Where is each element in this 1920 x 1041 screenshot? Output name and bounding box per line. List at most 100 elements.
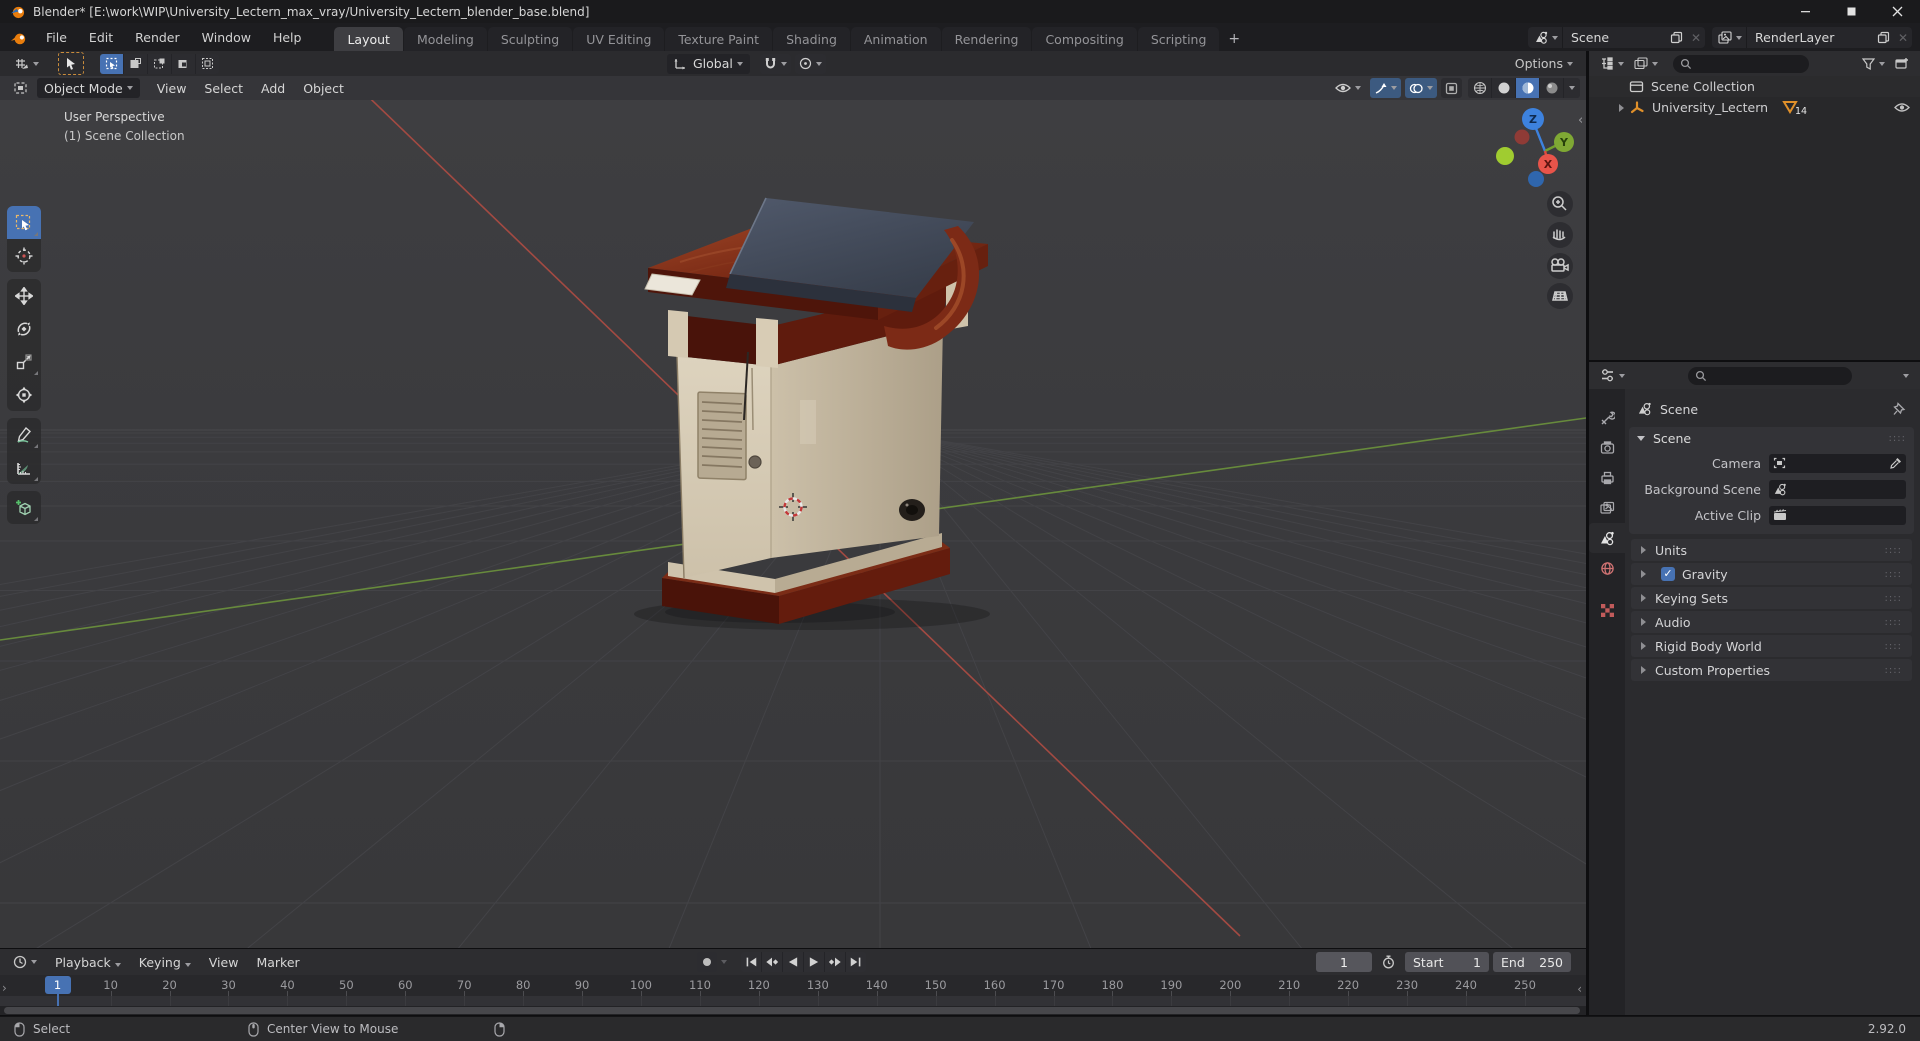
ruler-frame-150[interactable]: 150: [919, 978, 953, 992]
pin-icon[interactable]: [1893, 402, 1906, 416]
filter-icon[interactable]: [1857, 54, 1890, 74]
ruler-frame-70[interactable]: 70: [447, 978, 481, 992]
tab-world[interactable]: [1589, 553, 1625, 583]
current-frame-field[interactable]: 1: [1316, 952, 1372, 972]
play-button[interactable]: [804, 952, 825, 972]
tab-uv-editing[interactable]: UV Editing: [573, 27, 665, 51]
drag-dots[interactable]: ::::: [1885, 569, 1902, 580]
viewport-menu-view[interactable]: View: [148, 81, 196, 96]
tab-compositing[interactable]: Compositing: [1032, 27, 1137, 51]
object-visibility-dropdown[interactable]: [1330, 78, 1366, 98]
viewport-menu-object[interactable]: Object: [294, 81, 353, 96]
outliner-search-input[interactable]: [1673, 54, 1809, 73]
drag-dots[interactable]: ::::: [1885, 641, 1902, 652]
timeline-ruler[interactable]: 1 10 20 30 40 50 60 70 80 90 100 110 120 130 140 150 160…: [0, 975, 1586, 996]
viewport-menu-add[interactable]: Add: [252, 81, 294, 96]
timeline-track[interactable]: [0, 996, 1586, 1006]
frame-end-field[interactable]: End 250: [1493, 952, 1571, 972]
outliner-row-university-lectern[interactable]: University_Lectern 14: [1589, 97, 1920, 118]
tab-animation[interactable]: Animation: [850, 27, 941, 51]
gizmo-neg-x[interactable]: [1514, 129, 1530, 145]
scene-name[interactable]: Scene: [1563, 30, 1666, 45]
hide-eye-icon[interactable]: [1894, 102, 1910, 113]
properties-editor-type-button[interactable]: [1595, 366, 1630, 386]
ruler-frame-50[interactable]: 50: [329, 978, 363, 992]
tab-tool[interactable]: [1589, 403, 1625, 433]
panel-keying-sets[interactable]: Keying Sets::::: [1631, 587, 1912, 609]
ruler-frame-190[interactable]: 190: [1154, 978, 1188, 992]
render-layer-name[interactable]: RenderLayer: [1747, 30, 1873, 45]
expand-icon[interactable]: [1619, 103, 1624, 112]
shading-solid-button[interactable]: [1492, 78, 1516, 98]
zoom-view-button[interactable]: [1547, 191, 1573, 217]
timeline-menu-keying[interactable]: Keying: [130, 955, 200, 970]
eyedropper-icon[interactable]: [1890, 457, 1902, 469]
ruler-frame-240[interactable]: 240: [1449, 978, 1483, 992]
camera-view-button[interactable]: [1547, 253, 1573, 279]
next-keyframe-button[interactable]: [825, 952, 846, 972]
jump-to-end-button[interactable]: [846, 952, 866, 972]
show-gizmo-toggle[interactable]: [1370, 78, 1401, 98]
ruler-frame-80[interactable]: 80: [506, 978, 540, 992]
editor-type-button[interactable]: [8, 78, 33, 98]
ruler-frame-40[interactable]: 40: [270, 978, 304, 992]
properties-search-input[interactable]: [1688, 366, 1852, 385]
viewport-3d[interactable]: Z Y X ‹ User Perspective (1) Scene Colle…: [0, 100, 1586, 948]
collapse-ruler-icon[interactable]: ‹: [1577, 982, 1582, 996]
menu-edit[interactable]: Edit: [78, 23, 124, 51]
xray-toggle[interactable]: [1441, 78, 1462, 98]
tool-add-cube-button[interactable]: [7, 491, 41, 524]
render-layer-selector[interactable]: RenderLayer ✕: [1712, 27, 1912, 48]
shading-rendered-button[interactable]: [1540, 78, 1564, 98]
active-clip-field[interactable]: [1769, 505, 1906, 525]
play-reverse-button[interactable]: [783, 952, 804, 972]
ruler-frame-140[interactable]: 140: [860, 978, 894, 992]
outliner-editor-type-button[interactable]: [1595, 54, 1629, 74]
scrollbar-handle[interactable]: [4, 1007, 1580, 1014]
ruler-frame-220[interactable]: 220: [1331, 978, 1365, 992]
ruler-frame-170[interactable]: 170: [1037, 978, 1071, 992]
new-collection-button[interactable]: [1890, 54, 1914, 74]
tab-view-layer[interactable]: [1589, 493, 1625, 523]
camera-field[interactable]: [1769, 453, 1906, 473]
active-tool-selector[interactable]: [8, 54, 44, 74]
ruler-frame-30[interactable]: 30: [211, 978, 245, 992]
tool-scale-button[interactable]: [7, 345, 41, 378]
remove-layer-icon[interactable]: ✕: [1894, 27, 1912, 48]
ruler-frame-120[interactable]: 120: [742, 978, 776, 992]
scene-panel-header[interactable]: Scene ::::: [1629, 427, 1914, 450]
tab-rendering[interactable]: Rendering: [941, 27, 1032, 51]
select-mode-set-button[interactable]: [100, 53, 124, 74]
drag-dots[interactable]: ::::: [1885, 545, 1902, 556]
scene-icon[interactable]: [1528, 27, 1563, 48]
gizmo-neg-z[interactable]: [1528, 171, 1544, 187]
shading-wireframe-button[interactable]: [1468, 78, 1492, 98]
menu-window[interactable]: Window: [191, 23, 262, 51]
timeline-menu-playback[interactable]: Playback: [46, 955, 130, 970]
tool-move-button[interactable]: [7, 279, 41, 312]
scene-selector[interactable]: Scene ✕: [1528, 27, 1705, 48]
ruler-frame-10[interactable]: 10: [94, 978, 128, 992]
tab-sculpting[interactable]: Sculpting: [487, 27, 573, 51]
collapse-sidebar-icon[interactable]: ‹: [1578, 113, 1583, 128]
snap-toggle-button[interactable]: [759, 53, 791, 74]
select-mode-extend-button[interactable]: [124, 53, 148, 74]
properties-options-dropdown[interactable]: [1898, 366, 1914, 386]
playhead-line[interactable]: [56, 994, 59, 1006]
render-layer-icon[interactable]: [1712, 27, 1747, 48]
tool-transform-button[interactable]: [7, 378, 41, 411]
tab-scripting[interactable]: Scripting: [1137, 27, 1220, 51]
drag-dots[interactable]: ::::: [1885, 617, 1902, 628]
blender-logo-icon[interactable]: [10, 31, 27, 46]
ruler-frame-210[interactable]: 210: [1272, 978, 1306, 992]
panel-gravity[interactable]: ✓ Gravity::::: [1631, 563, 1912, 585]
ruler-frame-250[interactable]: 250: [1508, 978, 1542, 992]
gravity-checkbox[interactable]: ✓: [1661, 567, 1675, 581]
ruler-frame-20[interactable]: 20: [153, 978, 187, 992]
transform-orientation-dropdown[interactable]: Global: [667, 53, 750, 74]
tool-cursor-button[interactable]: [7, 239, 41, 272]
drag-dots[interactable]: ::::: [1885, 665, 1902, 676]
menu-help[interactable]: Help: [262, 23, 313, 51]
viewport-menu-select[interactable]: Select: [195, 81, 252, 96]
timeline-editor-type-button[interactable]: [8, 952, 42, 972]
